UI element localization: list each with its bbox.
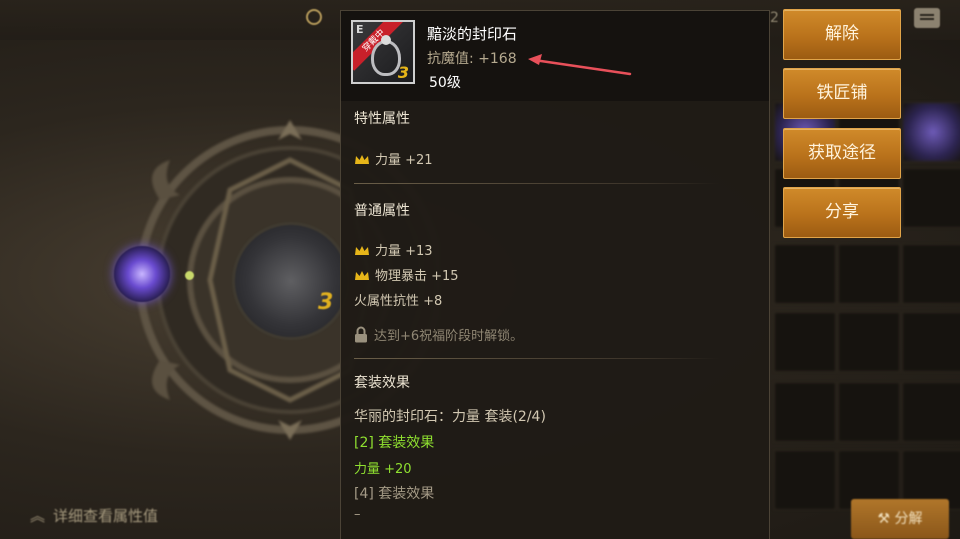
chat-icon[interactable] [914,8,940,28]
normal-attribute-line: 力量 +13 [354,240,433,259]
level-requirement: 50级 [429,75,461,91]
inventory-slot[interactable] [902,244,960,304]
obtain-route-button[interactable]: 获取途径 [783,128,901,179]
normal-attribute-line: 物理暴击 +15 [354,265,459,284]
annotation-arrow [528,54,632,76]
center-seal-stone-icon[interactable] [232,222,350,340]
set-tier2-label: [2] 套装效果 [354,435,435,451]
inventory-slot[interactable] [902,312,960,372]
detail-link-label: 详细查看属性值 [53,507,159,525]
seal-stone-item-icon: E 穿戴中 3 [351,20,415,84]
item-tooltip-panel: E 穿戴中 3 黯淡的封印石 抗魔值: +168 50级 特性属性 力量 +21… [340,10,770,539]
decompose-button[interactable]: ⚒ 分解 [851,499,949,539]
normal-attribute-text: 火属性抗性 +8 [354,294,443,309]
release-button[interactable]: 解除 [783,9,901,60]
inventory-slot[interactable] [774,450,836,510]
center-stone-level: 3 [318,290,334,315]
socket-indicator-dot [185,271,194,280]
set-tier4-label: [4] 套装效果 [354,486,435,502]
share-button[interactable]: 分享 [783,187,901,238]
locked-attribute-line: 达到+6祝福阶段时解锁。 [354,325,523,344]
inventory-slot[interactable] [902,382,960,442]
normal-attribute-line: 火属性抗性 +8 [354,290,442,309]
magic-resist-stat: 抗魔值: +168 [427,48,517,68]
currency-icon [306,9,322,25]
lock-icon [355,326,367,343]
divider [354,183,719,184]
normal-attribute-text: 物理暴击 +15 [375,269,459,284]
set-effect-title: 套装效果 [354,375,410,391]
seal-glyph-icon [371,35,401,76]
inventory-slot[interactable] [774,244,836,304]
normal-attribute-text: 力量 +13 [375,244,433,259]
crown-icon [355,246,369,255]
inventory-slot[interactable] [774,382,836,442]
special-attribute-line: 力量 +21 [354,149,433,168]
grade-letter: E [356,23,364,36]
decompose-button-label: 分解 [894,511,923,527]
set-tier4-bonus: – [354,507,361,522]
special-attributes-title: 特性属性 [354,111,410,127]
item-name: 黯淡的封印石 [427,25,518,43]
detail-attributes-link[interactable]: ︽ 详细查看属性值 [30,505,158,526]
divider [354,358,719,359]
purple-socket-gem-icon[interactable] [114,246,170,302]
stat-value: +168 [478,51,517,67]
blacksmith-button[interactable]: 铁匠铺 [783,68,901,119]
set-name-line: 华丽的封印石：力量 套装(2/4) [354,409,546,425]
item-icon-level: 3 [397,63,409,82]
top-bar-number: 2 [770,10,779,26]
crown-icon [355,155,369,164]
inventory-slot[interactable] [838,382,900,442]
set-tier2-bonus: 力量 +20 [354,462,412,477]
inventory-slot[interactable] [902,168,960,228]
game-screen: 2 3 ︽ 详细查看属性值 ⚒ 分解 E 穿戴中 3 黯淡的封印石 抗魔值: +… [0,0,960,539]
normal-attributes-title: 普通属性 [354,203,410,219]
special-attribute-text: 力量 +21 [375,153,433,168]
chevron-up-icon: ︽ [30,507,46,525]
inventory-slot[interactable] [902,102,960,162]
anvil-icon: ⚒ [877,511,895,527]
stat-label: 抗魔值: [427,51,474,67]
inventory-slot[interactable] [774,312,836,372]
inventory-slot[interactable] [838,312,900,372]
inventory-slot[interactable] [838,244,900,304]
locked-attribute-text: 达到+6祝福阶段时解锁。 [374,329,524,344]
crown-icon [355,271,369,280]
